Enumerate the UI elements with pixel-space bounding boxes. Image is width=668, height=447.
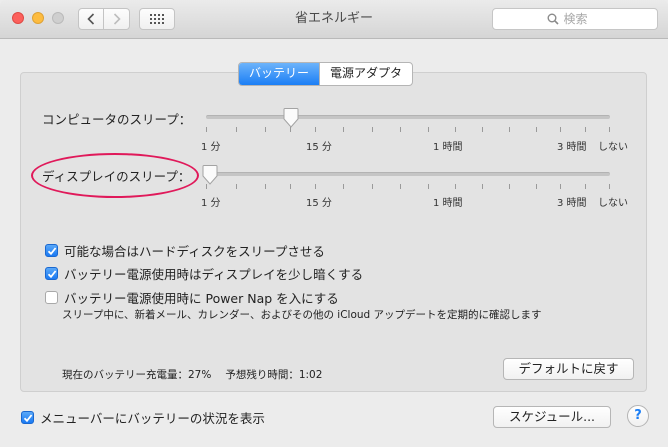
- scale-label-15min: 15 分: [306, 198, 332, 209]
- tab-battery[interactable]: バッテリー: [239, 63, 320, 85]
- slider-tick: [343, 184, 344, 189]
- help-button[interactable]: ?: [627, 405, 649, 427]
- menubar-status-label: メニューバーにバッテリーの状況を表示: [40, 411, 265, 426]
- grid-icon: [150, 14, 164, 24]
- slider-tick: [372, 184, 373, 189]
- chevron-left-icon: [87, 13, 95, 25]
- slider-tick: [536, 127, 537, 132]
- slider-tick: [536, 184, 537, 189]
- dim-display-checkbox[interactable]: [45, 267, 58, 280]
- schedule-button[interactable]: スケジュール...: [493, 406, 611, 428]
- scale-label-never: しない: [598, 198, 628, 209]
- slider-tick: [400, 127, 401, 132]
- slider-tick: [315, 184, 316, 189]
- slider-tick: [585, 184, 586, 189]
- scale-label-15min: 15 分: [306, 142, 332, 153]
- back-button[interactable]: [78, 8, 104, 30]
- slider-tick: [428, 127, 429, 132]
- disk-sleep-label: 可能な場合はハードディスクをスリープさせる: [64, 244, 325, 259]
- show-all-button[interactable]: [139, 8, 175, 30]
- display-sleep-label: ディスプレイのスリープ：: [42, 169, 191, 184]
- slider-tick: [609, 127, 610, 132]
- power-nap-option[interactable]: バッテリー電源使用時に Power Nap を入にする: [45, 288, 339, 307]
- battery-charge-label: 現在のバッテリー充電量：: [62, 369, 188, 381]
- slider-tick: [585, 127, 586, 132]
- display-sleep-track[interactable]: [206, 172, 610, 176]
- checkmark-icon: [47, 246, 56, 255]
- slider-tick: [609, 184, 610, 189]
- checkmark-icon: [23, 413, 32, 422]
- chevron-right-icon: [113, 13, 121, 25]
- slider-tick: [400, 184, 401, 189]
- scale-label-1min: 1 分: [201, 142, 221, 153]
- slider-tick: [372, 127, 373, 132]
- slider-tick: [206, 184, 207, 189]
- slider-tick: [315, 127, 316, 132]
- power-nap-label: バッテリー電源使用時に Power Nap を入にする: [64, 291, 339, 306]
- battery-status: 現在のバッテリー充電量：27% 予想残り時間：1:02: [62, 367, 322, 382]
- power-nap-checkbox[interactable]: [45, 291, 58, 304]
- scale-label-1min: 1 分: [201, 198, 221, 209]
- battery-charge-value: 27%: [188, 369, 212, 381]
- slider-tick: [560, 184, 561, 189]
- scale-label-1hour: 1 時間: [433, 142, 463, 153]
- restore-defaults-button[interactable]: デフォルトに戻す: [503, 358, 634, 380]
- scale-label-1hour: 1 時間: [433, 198, 463, 209]
- checkmark-icon: [47, 269, 56, 278]
- zoom-button[interactable]: [52, 12, 64, 24]
- menubar-status-option[interactable]: メニューバーにバッテリーの状況を表示: [21, 408, 265, 427]
- minimize-button[interactable]: [32, 12, 44, 24]
- slider-tick: [265, 184, 266, 189]
- disk-sleep-option[interactable]: 可能な場合はハードディスクをスリープさせる: [45, 241, 325, 260]
- title-bar: 省エネルギー: [0, 0, 668, 39]
- slider-tick: [482, 127, 483, 132]
- scale-label-3hours: 3 時間: [557, 198, 587, 209]
- slider-tick: [343, 127, 344, 132]
- tab-bar: バッテリー 電源アダプタ: [238, 62, 414, 86]
- slider-tick: [509, 127, 510, 132]
- help-icon: ?: [634, 408, 642, 423]
- time-remaining-value: 1:02: [298, 369, 323, 381]
- scale-label-never: しない: [598, 142, 628, 153]
- slider-tick: [509, 184, 510, 189]
- energy-saver-window: 省エネルギー バッテリー 電源アダプタ コンピュータのスリープ： 1 分 15 …: [0, 0, 668, 447]
- search-icon: [547, 13, 559, 25]
- slider-tick: [290, 184, 291, 189]
- scale-label-3hours: 3 時間: [557, 142, 587, 153]
- menubar-status-checkbox[interactable]: [21, 411, 34, 424]
- slider-tick: [290, 127, 291, 132]
- disk-sleep-checkbox[interactable]: [45, 244, 58, 257]
- slider-tick: [455, 127, 456, 132]
- computer-sleep-label: コンピュータのスリープ：: [42, 112, 192, 127]
- close-button[interactable]: [12, 12, 24, 24]
- slider-tick: [560, 127, 561, 132]
- search-input[interactable]: [563, 12, 604, 26]
- slider-tick: [236, 184, 237, 189]
- slider-tick: [482, 184, 483, 189]
- display-sleep-slider-thumb[interactable]: [202, 165, 218, 185]
- slider-tick: [455, 184, 456, 189]
- slider-tick: [236, 127, 237, 132]
- tab-power-adapter[interactable]: 電源アダプタ: [319, 63, 412, 85]
- search-field[interactable]: [492, 8, 658, 30]
- forward-button[interactable]: [104, 8, 130, 30]
- power-nap-description: スリープ中に、新着メール、カレンダー、およびその他の iCloud アップデート…: [62, 309, 542, 321]
- computer-sleep-track[interactable]: [206, 115, 610, 119]
- slider-tick: [206, 127, 207, 132]
- slider-tick: [265, 127, 266, 132]
- dim-display-label: バッテリー電源使用時はディスプレイを少し暗くする: [64, 267, 364, 282]
- dim-display-option[interactable]: バッテリー電源使用時はディスプレイを少し暗くする: [45, 264, 363, 283]
- time-remaining-label: 予想残り時間：: [225, 369, 299, 381]
- slider-tick: [428, 184, 429, 189]
- computer-sleep-slider-thumb[interactable]: [283, 108, 299, 128]
